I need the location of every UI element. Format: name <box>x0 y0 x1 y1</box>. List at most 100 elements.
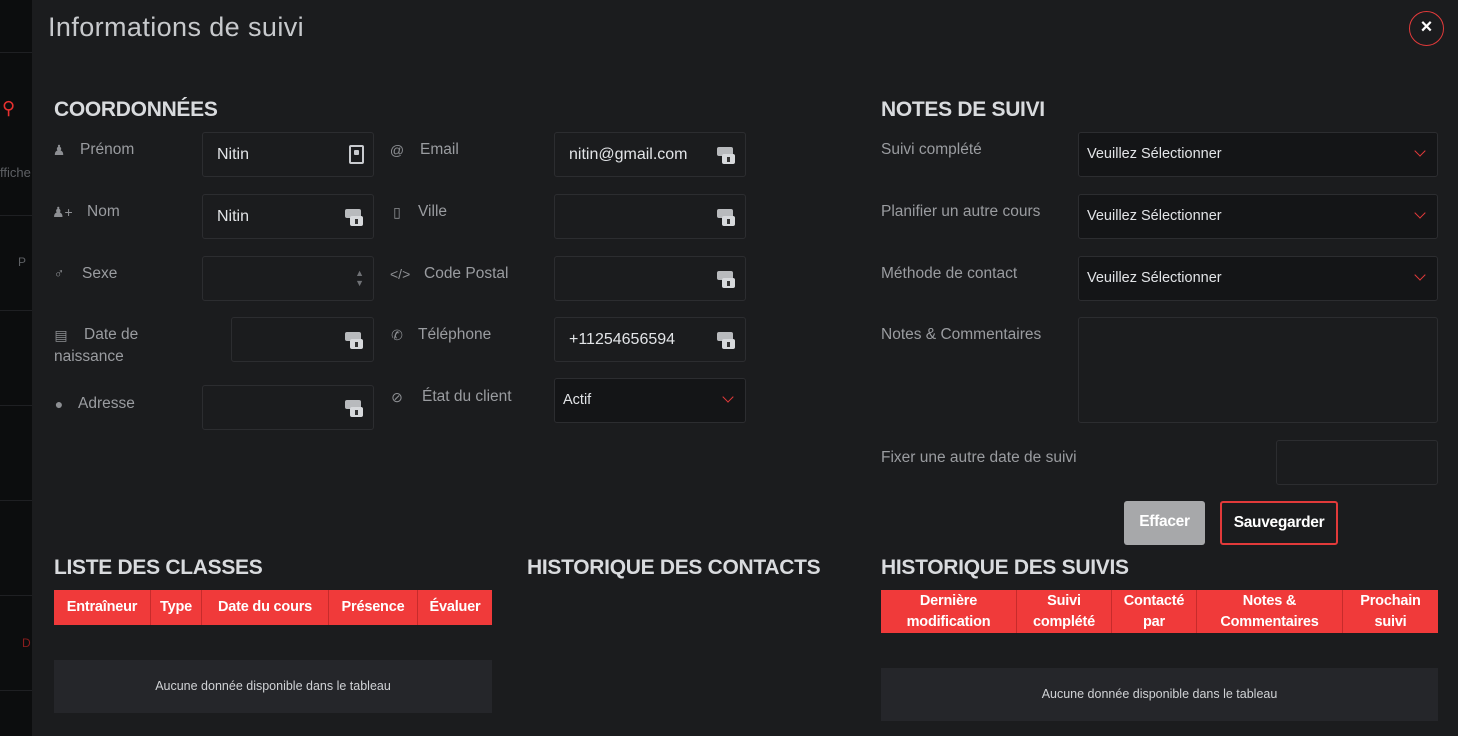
autofill-icon <box>717 145 735 165</box>
autofill-icon <box>717 269 735 289</box>
column-header-line: par <box>1143 613 1165 630</box>
label-email: Email <box>420 141 459 158</box>
label-prenom: Prénom <box>80 141 135 158</box>
column-header-line: Commentaires <box>1220 613 1319 630</box>
label-suivi-complete: Suivi complété <box>881 141 982 158</box>
label-methode: Méthode de contact <box>881 265 1018 282</box>
map-marker-icon: ● <box>54 396 64 412</box>
prenom-field[interactable]: Nitin <box>202 132 374 177</box>
classes-table-header: Entraîneur Type Date du cours Présence É… <box>54 590 492 625</box>
column-header-line: suivi <box>1374 613 1407 630</box>
column-header[interactable]: Suivi complété <box>1017 590 1112 633</box>
sort-icon: ▲ ▼ <box>355 268 364 288</box>
autofill-icon <box>345 207 363 227</box>
label-nom: Nom <box>87 203 120 220</box>
section-title-historique-contacts: HISTORIQUE DES CONTACTS <box>527 556 821 579</box>
sauvegarder-button[interactable]: Sauvegarder <box>1220 501 1338 545</box>
column-header[interactable]: Date du cours <box>202 590 329 625</box>
column-header[interactable]: Entraîneur <box>54 590 151 625</box>
email-field[interactable]: nitin@gmail.com <box>554 132 746 177</box>
prenom-value: Nitin <box>217 146 250 163</box>
effacer-button[interactable]: Effacer <box>1124 501 1205 545</box>
label-adresse: Adresse <box>78 395 135 412</box>
divider <box>0 215 32 216</box>
ville-field[interactable] <box>554 194 746 239</box>
column-header-line: Notes & <box>1242 592 1297 609</box>
nom-field[interactable]: Nitin <box>202 194 374 239</box>
chevron-down-icon <box>722 391 734 403</box>
background-text: ffiche <box>0 165 31 180</box>
background-text: D <box>22 636 31 650</box>
section-title-liste-classes: LISTE DES CLASSES <box>54 556 263 579</box>
search-icon: ⚲ <box>2 98 16 118</box>
chevron-down-icon <box>1414 269 1426 281</box>
label-telephone: Téléphone <box>418 326 492 343</box>
column-header-line: Suivi <box>1047 592 1081 609</box>
notes-textarea[interactable] <box>1078 317 1438 423</box>
adresse-field[interactable] <box>202 385 374 430</box>
building-icon: ▯ <box>393 204 401 220</box>
divider <box>0 690 32 691</box>
label-etat-client: État du client <box>422 388 512 405</box>
divider <box>0 310 32 311</box>
column-header[interactable]: Contacté par <box>1112 590 1197 633</box>
column-header[interactable]: Prochain suivi <box>1343 590 1438 633</box>
label-planifier: Planifier un autre cours <box>881 203 1041 220</box>
close-button[interactable]: × <box>1409 11 1444 46</box>
autofill-icon <box>345 398 363 418</box>
at-icon: @ <box>389 142 405 158</box>
email-value: nitin@gmail.com <box>569 146 688 163</box>
divider <box>0 52 32 53</box>
background-page: ⚲ ffiche P D <box>0 0 32 736</box>
autofill-icon <box>717 207 735 227</box>
section-title-historique-suivis: HISTORIQUE DES SUIVIS <box>881 556 1129 579</box>
eye-slash-icon: ⊘ <box>391 389 403 405</box>
suivi-complete-select[interactable]: Veuillez Sélectionner <box>1078 132 1438 177</box>
divider <box>0 595 32 596</box>
label-ville: Ville <box>418 203 448 220</box>
methode-contact-value: Veuillez Sélectionner <box>1087 270 1222 286</box>
column-header-line: Prochain <box>1360 592 1421 609</box>
nom-value: Nitin <box>217 208 250 225</box>
planifier-select[interactable]: Veuillez Sélectionner <box>1078 194 1438 239</box>
suivi-complete-value: Veuillez Sélectionner <box>1087 146 1222 162</box>
chevron-down-icon <box>1414 145 1426 157</box>
autofill-icon <box>345 330 363 350</box>
suivis-table-header: Dernière modification Suivi complété Conta… <box>881 590 1438 633</box>
planifier-value: Veuillez Sélectionner <box>1087 208 1222 224</box>
methode-contact-select[interactable]: Veuillez Sélectionner <box>1078 256 1438 301</box>
background-text: P <box>18 255 27 269</box>
label-date-naissance-line1: Date de <box>84 326 139 343</box>
contact-card-icon <box>349 145 364 164</box>
autofill-icon <box>717 330 735 350</box>
telephone-value: +11254656594 <box>569 331 676 348</box>
column-header-line: complété <box>1032 613 1096 630</box>
sexe-select[interactable]: ▲ ▼ <box>202 256 374 301</box>
column-header[interactable]: Présence <box>329 590 418 625</box>
column-header[interactable]: Type <box>151 590 202 625</box>
fixer-date-field[interactable] <box>1276 440 1438 485</box>
classes-empty-message: Aucune donnée disponible dans le tableau <box>54 660 492 713</box>
column-header[interactable]: Notes & Commentaires <box>1197 590 1343 633</box>
close-icon: × <box>1420 16 1433 38</box>
label-date-naissance-line2: naissance <box>54 348 124 365</box>
user-plus-icon: ♟+ <box>52 204 73 220</box>
code-icon: </> <box>390 266 411 282</box>
follow-up-modal: Informations de suivi × COORDONNÉES ♟ Pr… <box>32 0 1458 736</box>
code-postal-field[interactable] <box>554 256 746 301</box>
label-fixer-date: Fixer une autre date de suivi <box>881 449 1077 466</box>
suivis-empty-message: Aucune donnée disponible dans le tableau <box>881 668 1438 721</box>
etat-client-value: Actif <box>563 392 592 408</box>
section-title-coordonnees: COORDONNÉES <box>54 98 218 121</box>
date-naissance-field[interactable] <box>231 317 374 362</box>
column-header[interactable]: Évaluer <box>418 590 492 625</box>
user-icon: ♟ <box>52 142 66 158</box>
modal-title: Informations de suivi <box>48 12 305 42</box>
label-sexe: Sexe <box>82 265 118 282</box>
phone-icon: ✆ <box>391 327 403 343</box>
telephone-field[interactable]: +11254656594 <box>554 317 746 362</box>
chevron-down-icon <box>1414 207 1426 219</box>
gender-icon: ♂ <box>53 265 65 281</box>
column-header[interactable]: Dernière modification <box>881 590 1017 633</box>
etat-client-select[interactable]: Actif <box>554 378 746 423</box>
